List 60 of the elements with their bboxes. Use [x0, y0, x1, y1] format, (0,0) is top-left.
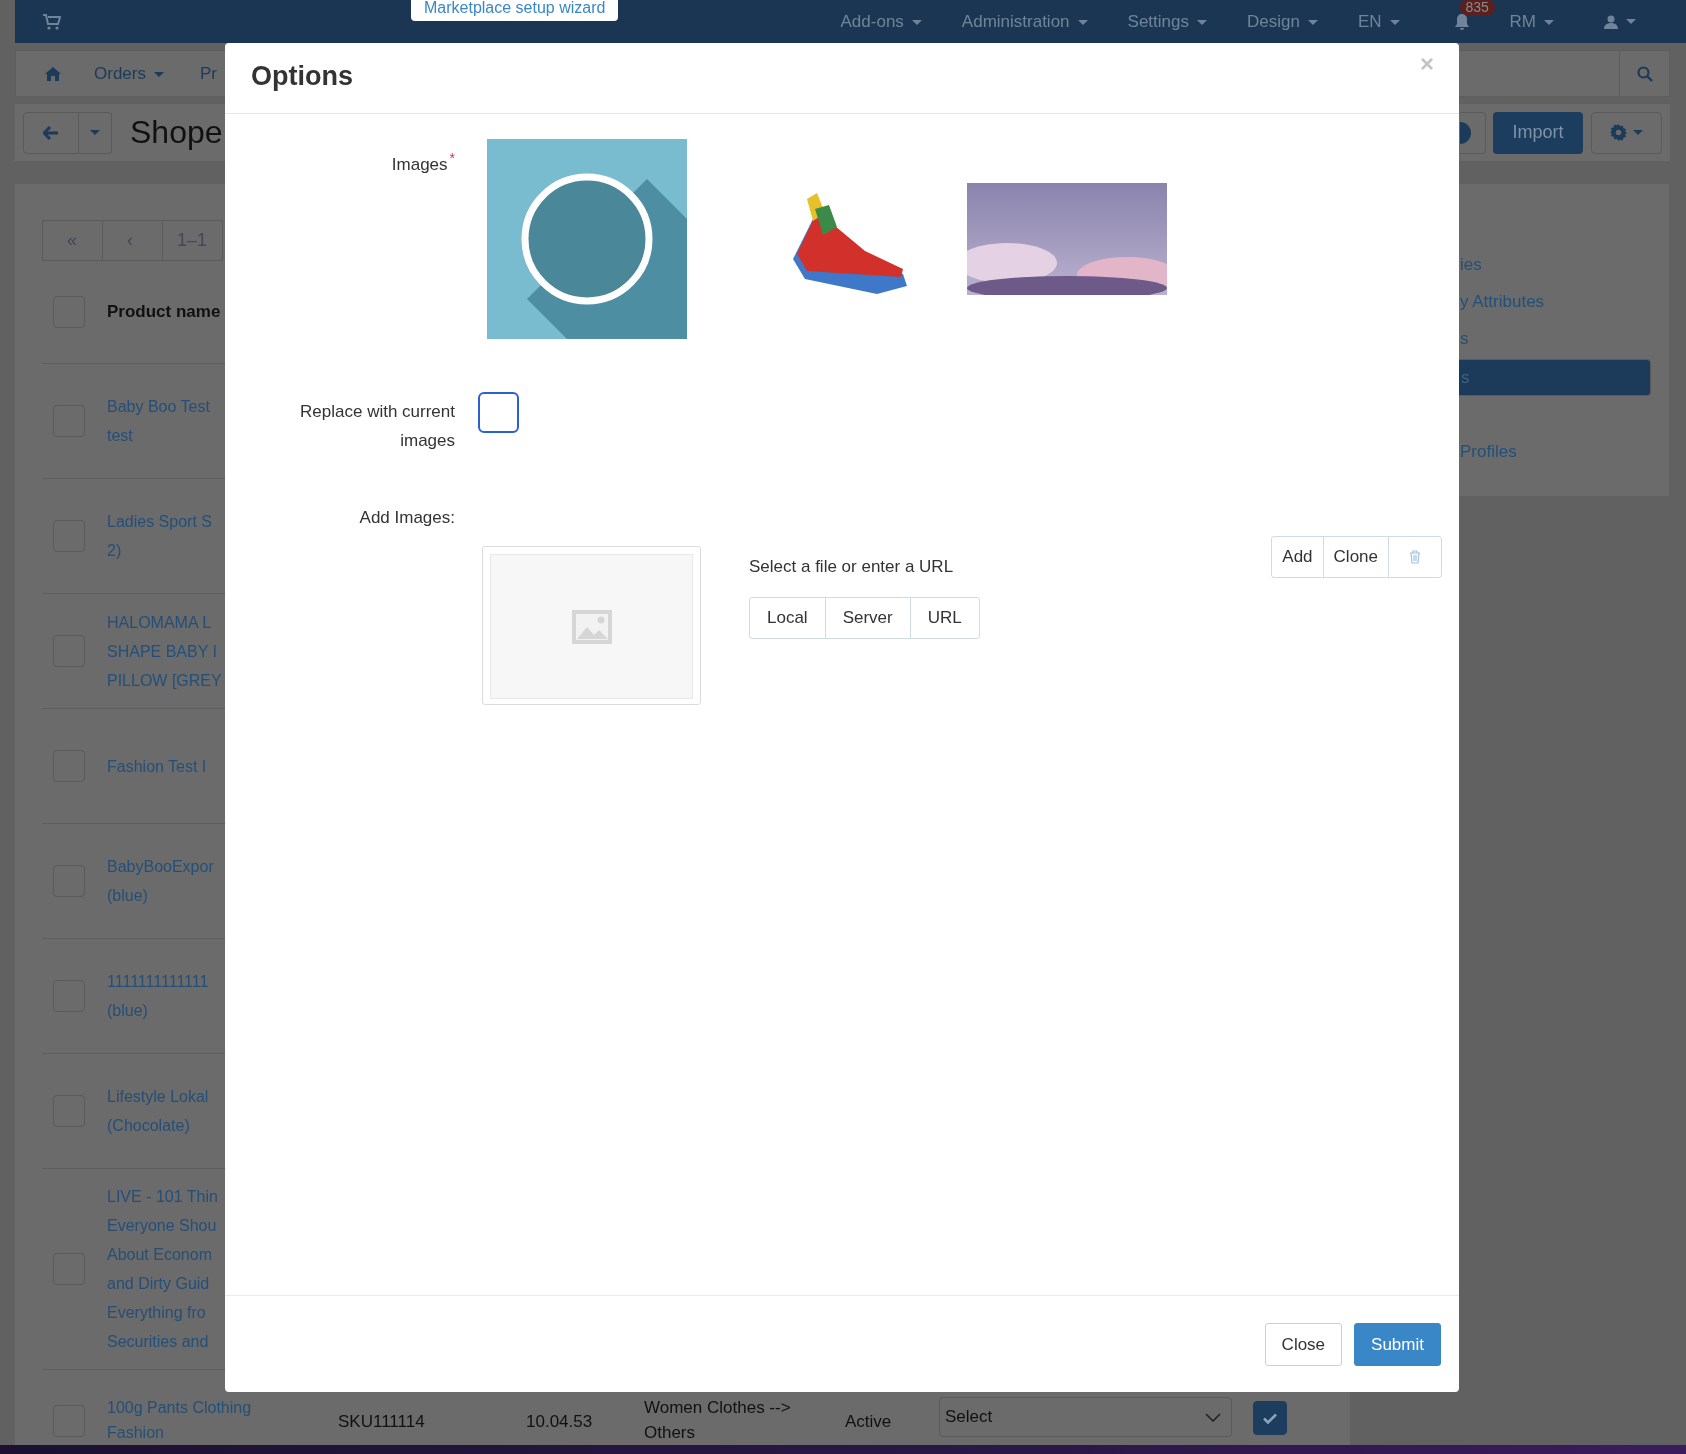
nav-menu[interactable]: Administration: [961, 11, 1088, 32]
product-link[interactable]: Fashion Test I: [107, 751, 207, 781]
field-label: Images$^{*}$: [390, 149, 455, 176]
source-button[interactable]: Server: [824, 597, 911, 639]
nav-menu[interactable]: Orders: [94, 63, 164, 84]
nav-menu[interactable]: Add-ons: [840, 11, 922, 32]
dropdown-button[interactable]: [79, 111, 112, 154]
close-button[interactable]: ×: [1417, 50, 1437, 78]
source-button[interactable]: Local: [749, 597, 826, 639]
back-button[interactable]: [23, 111, 79, 154]
product-link[interactable]: BabyBooExpor (blue): [107, 852, 214, 910]
settings-button[interactable]: [1591, 111, 1662, 154]
product-link[interactable]: 100g Pants Clothing Fashion: [107, 1395, 338, 1445]
action-button[interactable]: Add: [1271, 536, 1324, 578]
product-link[interactable]: 1111111111111 (blue): [107, 967, 209, 1025]
help-button[interactable]: [1460, 111, 1486, 154]
sku-cell-text: SKU111114: [338, 1411, 426, 1433]
cart-icon[interactable]: [43, 13, 61, 30]
image-icon: [570, 608, 613, 645]
nav-menu[interactable]: Settings: [1127, 11, 1207, 32]
category-cell-text: Women Clothes --> Others: [644, 1397, 792, 1444]
notification-badge: 835: [1459, 0, 1495, 16]
action-button[interactable]: Clone: [1322, 536, 1389, 578]
nav-menu[interactable]: Design: [1247, 11, 1318, 32]
gear-icon: [1610, 124, 1627, 141]
status-cell-text: Active: [845, 1411, 893, 1433]
source-button[interactable]: URL: [909, 597, 980, 639]
search-icon: [1636, 65, 1653, 82]
product-link[interactable]: Ladies Sport S 2): [107, 507, 212, 565]
user-menu[interactable]: RM: [1509, 11, 1554, 32]
checkmark-icon: [1263, 1412, 1277, 1424]
select-dropdown[interactable]: Select: [939, 1397, 1232, 1437]
time-cell-text: 10.04.53: [526, 1411, 594, 1433]
submit-button[interactable]: Submit: [1354, 1323, 1441, 1366]
bell-icon[interactable]: [1453, 12, 1470, 31]
arrow-left-icon: [43, 125, 59, 140]
checkbox[interactable]: [1253, 1401, 1287, 1435]
product-link[interactable]: HALOMAMA L SHAPE BABY I PILLOW [GREY: [107, 607, 222, 695]
delete-button[interactable]: [1388, 536, 1442, 578]
nav-menu[interactable]: EN: [1357, 11, 1400, 32]
chevron-down-icon: [1205, 1412, 1221, 1422]
field-label: Add Images:: [358, 507, 455, 529]
upload-hint: Select a file or enter a URL: [749, 557, 955, 577]
setup-wizard-link[interactable]: Marketplace setup wizard: [411, 0, 619, 21]
import-button[interactable]: Import: [1493, 111, 1583, 154]
trash-icon: [1409, 550, 1421, 564]
product-link[interactable]: Lifestyle Lokal (Chocolate): [107, 1082, 209, 1140]
nav-menu[interactable]: Pr: [199, 63, 217, 84]
user-icon[interactable]: [1604, 14, 1618, 29]
column-header: Product name: [107, 302, 221, 322]
product-link[interactable]: Baby Boo Test test: [107, 392, 210, 450]
product-link[interactable]: LIVE - 101 Thin Everyone Shou About Econom and Dirty Guid Everything fro Securities and: [107, 1182, 218, 1356]
close-button[interactable]: Close: [1264, 1323, 1343, 1366]
dialog-title: Options: [251, 61, 353, 93]
page-title: Shope: [130, 114, 223, 151]
checkbox[interactable]: [478, 392, 519, 433]
field-label: Replace with current images: [299, 401, 455, 452]
home-icon[interactable]: [44, 65, 62, 82]
pagination-button[interactable]: «: [42, 220, 103, 261]
pagination-button[interactable]: ‹: [102, 220, 163, 261]
